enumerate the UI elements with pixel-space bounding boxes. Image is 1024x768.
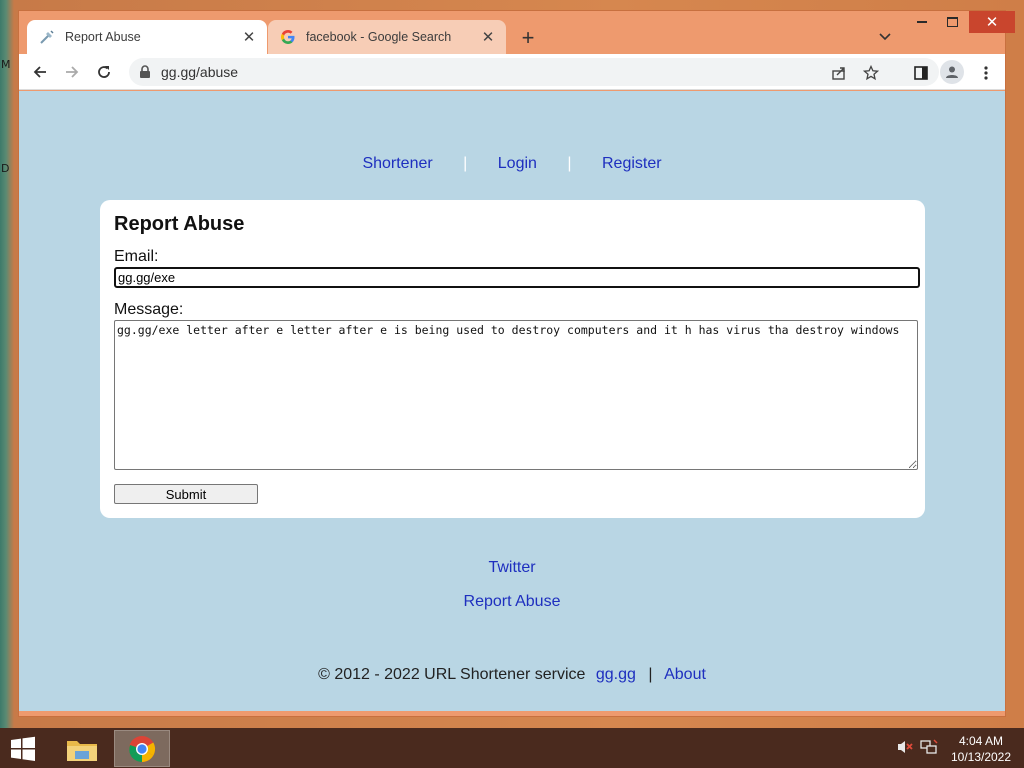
- nav-login-link[interactable]: Login: [498, 155, 537, 172]
- footer-separator: |: [648, 666, 653, 683]
- share-icon[interactable]: [829, 63, 849, 83]
- top-navigation: Shortener | Login | Register: [19, 155, 1005, 173]
- profile-avatar-icon[interactable]: [940, 60, 964, 84]
- taskbar: 4:04 AM 10/13/2022: [0, 728, 1024, 768]
- domain-link[interactable]: gg.gg: [596, 666, 636, 683]
- nav-separator: |: [463, 155, 468, 172]
- tab-report-abuse[interactable]: Report Abuse ✕: [27, 20, 267, 54]
- tab-google-search[interactable]: facebook - Google Search ✕: [268, 20, 506, 54]
- email-field[interactable]: [114, 267, 920, 288]
- back-arrow-icon[interactable]: [27, 60, 53, 84]
- close-window-icon[interactable]: ✕: [969, 11, 1015, 33]
- maximize-window-icon[interactable]: [939, 11, 965, 33]
- volume-muted-icon[interactable]: [896, 738, 914, 756]
- nav-shortener-link[interactable]: Shortener: [362, 155, 432, 172]
- page-viewport: Shortener | Login | Register Report Abus…: [19, 91, 1005, 711]
- tab-close-icon[interactable]: ✕: [239, 27, 259, 47]
- tab-title: Report Abuse: [65, 30, 141, 44]
- network-icon[interactable]: [920, 738, 938, 756]
- page-title: Report Abuse: [114, 213, 245, 235]
- forward-arrow-icon[interactable]: [59, 60, 85, 84]
- copyright-line: © 2012 - 2022 URL Shortener service gg.g…: [19, 666, 1005, 684]
- site-favicon-icon: [39, 29, 55, 45]
- google-favicon-icon: [280, 29, 296, 45]
- reload-icon[interactable]: [91, 60, 117, 84]
- report-abuse-link[interactable]: Report Abuse: [464, 593, 561, 610]
- new-tab-plus-icon[interactable]: +: [516, 26, 540, 50]
- twitter-link[interactable]: Twitter: [488, 559, 535, 576]
- about-link[interactable]: About: [664, 666, 706, 683]
- file-explorer-icon[interactable]: [54, 730, 110, 767]
- desktop-edge-letter-m: M: [1, 58, 11, 71]
- tab-search-chevron-icon[interactable]: [875, 27, 895, 47]
- windows-start-icon[interactable]: [8, 736, 38, 762]
- tab-close-icon[interactable]: ✕: [478, 27, 498, 47]
- lock-icon[interactable]: [139, 65, 153, 79]
- kebab-menu-icon[interactable]: [975, 62, 997, 84]
- tab-strip: Report Abuse ✕ facebook - Google Search …: [19, 11, 1015, 54]
- report-abuse-card: Report Abuse Email: Message: gg.gg/exe l…: [100, 200, 925, 518]
- address-bar[interactable]: gg.gg/abuse: [129, 58, 939, 86]
- url-text[interactable]: gg.gg/abuse: [161, 64, 238, 80]
- footer-twitter-row: Twitter: [19, 559, 1005, 577]
- submit-button[interactable]: Submit: [114, 484, 258, 504]
- desktop-edge-letter-d: D: [1, 162, 10, 175]
- tab-title: facebook - Google Search: [306, 30, 452, 44]
- system-clock[interactable]: 4:04 AM 10/13/2022: [946, 733, 1016, 765]
- nav-separator: |: [567, 155, 572, 172]
- email-label: Email:: [114, 248, 159, 265]
- footer-report-row: Report Abuse: [19, 593, 1005, 611]
- message-label: Message:: [114, 301, 184, 318]
- clock-date: 10/13/2022: [950, 750, 1012, 764]
- copyright-text: © 2012 - 2022 URL Shortener service: [318, 666, 586, 683]
- clock-time: 4:04 AM: [958, 734, 1004, 748]
- message-textarea[interactable]: gg.gg/exe letter after e letter after e …: [114, 320, 918, 470]
- minimize-window-icon[interactable]: [909, 11, 935, 33]
- browser-toolbar: gg.gg/abuse: [19, 54, 1005, 90]
- chrome-taskbar-icon[interactable]: [114, 730, 170, 767]
- browser-window: Report Abuse ✕ facebook - Google Search …: [18, 10, 1015, 717]
- nav-register-link[interactable]: Register: [602, 155, 662, 172]
- side-panel-icon[interactable]: [910, 62, 932, 84]
- bookmark-star-icon[interactable]: [861, 63, 881, 83]
